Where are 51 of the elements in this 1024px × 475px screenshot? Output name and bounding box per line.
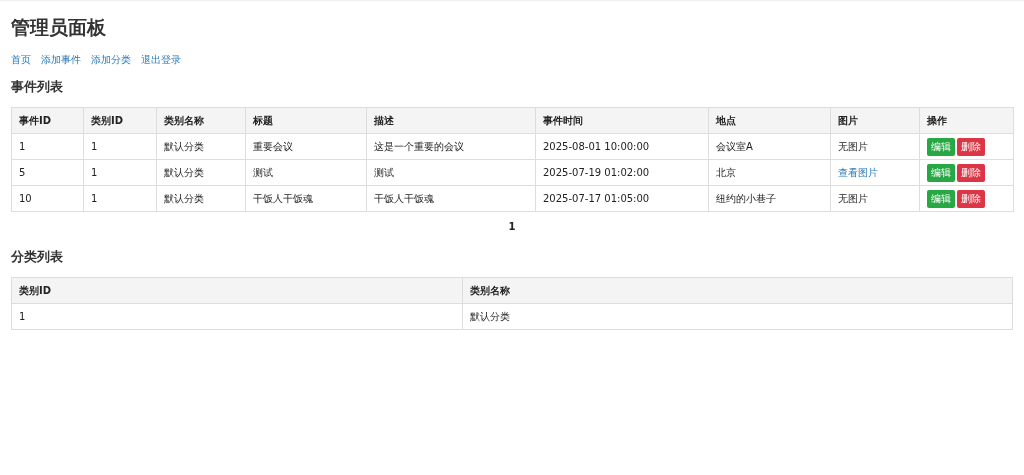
view-image-link[interactable]: 查看图片 <box>838 166 878 178</box>
table-cell: 1 <box>11 133 84 160</box>
table-cell: 会议室A <box>708 133 831 160</box>
table-cell: 1 <box>83 159 157 186</box>
table-cell: 默认分类 <box>156 159 246 186</box>
table-cell: 10 <box>11 185 84 212</box>
table-cell: 默认分类 <box>156 185 246 212</box>
table-cell: 1 <box>11 303 463 330</box>
delete-button[interactable]: 删除 <box>957 137 985 156</box>
edit-button[interactable]: 编辑 <box>927 137 955 156</box>
column-header: 事件时间 <box>535 107 709 134</box>
column-header: 地点 <box>708 107 831 134</box>
column-header: 事件ID <box>11 107 84 134</box>
page-number[interactable]: 1 <box>508 221 516 232</box>
table-cell: 重要会议 <box>245 133 367 160</box>
no-image-text: 无图片 <box>838 140 868 152</box>
column-header: 类别ID <box>83 107 157 134</box>
table-cell: 干饭人干饭魂 <box>245 185 367 212</box>
column-header: 标题 <box>245 107 367 134</box>
section-heading: 分类列表 <box>11 248 64 266</box>
table-cell: 2025-07-17 01:05:00 <box>535 185 709 212</box>
table-cell: 干饭人干饭魂 <box>366 185 536 212</box>
page-title: 管理员面板 <box>11 15 107 40</box>
column-header: 类别名称 <box>462 277 1013 304</box>
table-cell: 默认分类 <box>462 303 1013 330</box>
edit-button[interactable]: 编辑 <box>927 163 955 182</box>
table-cell: 默认分类 <box>156 133 246 160</box>
nav-link[interactable]: 添加分类 <box>91 53 131 67</box>
column-header: 描述 <box>366 107 536 134</box>
table-cell: 5 <box>11 159 84 186</box>
column-header: 操作 <box>919 107 1014 134</box>
column-header: 图片 <box>830 107 920 134</box>
no-image-text: 无图片 <box>838 192 868 204</box>
delete-button[interactable]: 删除 <box>957 163 985 182</box>
table-cell: 测试 <box>366 159 536 186</box>
nav-link[interactable]: 首页 <box>11 53 31 67</box>
table-cell: 纽约的小巷子 <box>708 185 831 212</box>
table-cell: 1 <box>83 133 157 160</box>
section-heading: 事件列表 <box>11 78 64 96</box>
nav-link[interactable]: 添加事件 <box>41 53 81 67</box>
table-cell: 北京 <box>708 159 831 186</box>
column-header: 类别ID <box>11 277 463 304</box>
table-cell: 测试 <box>245 159 367 186</box>
nav-link[interactable]: 退出登录 <box>141 53 181 67</box>
table-cell: 这是一个重要的会议 <box>366 133 536 160</box>
table-cell: 2025-07-19 01:02:00 <box>535 159 709 186</box>
table-cell: 2025-08-01 10:00:00 <box>535 133 709 160</box>
delete-button[interactable]: 删除 <box>957 189 985 208</box>
table-cell: 1 <box>83 185 157 212</box>
edit-button[interactable]: 编辑 <box>927 189 955 208</box>
column-header: 类别名称 <box>156 107 246 134</box>
